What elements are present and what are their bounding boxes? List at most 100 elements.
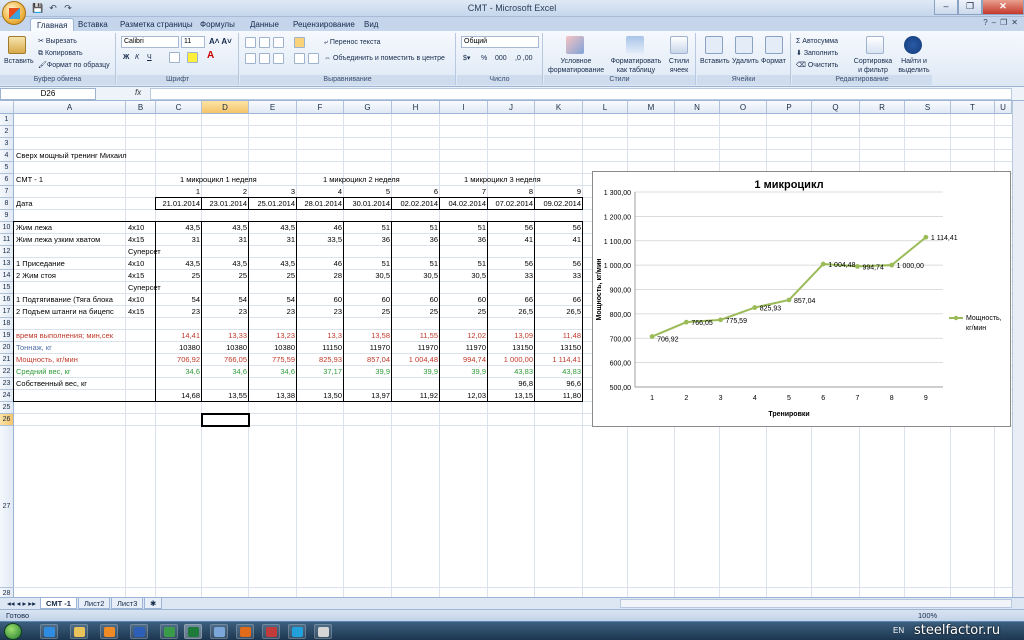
align-bottom-icon[interactable] xyxy=(273,37,284,48)
taskbar-media-icon[interactable] xyxy=(100,624,118,639)
column-header[interactable]: P xyxy=(767,101,812,114)
sheet-tab-smt1[interactable]: СМТ -1 xyxy=(40,598,77,609)
conditional-format-button[interactable]: Условное форматирование xyxy=(548,57,604,75)
underline-button[interactable]: Ч xyxy=(147,53,152,62)
delete-cells-button[interactable]: Удалить xyxy=(732,57,759,66)
column-header[interactable]: Q xyxy=(812,101,860,114)
clear-button[interactable]: ⌫ Очистить xyxy=(796,61,838,70)
row-header[interactable]: 3 xyxy=(0,138,14,150)
align-top-icon[interactable] xyxy=(245,37,256,48)
merge-center-button[interactable]: ⇔ Объединить и поместить в центре xyxy=(324,54,445,63)
decimal-icon[interactable]: ,0 ,00 xyxy=(515,54,533,63)
taskbar-explorer-icon[interactable] xyxy=(70,624,88,639)
grow-font-button[interactable]: A˄ A˅ xyxy=(209,37,232,46)
worksheet-grid[interactable]: A B C D E F G H I J K L M N O P Q R S T U 1 2 3 4 5 6 7 8 9 10 11 12 13 14… xyxy=(0,101,1012,597)
row-header[interactable]: 14 xyxy=(0,270,14,282)
sheet-tab-list2[interactable]: Лист2 xyxy=(78,598,111,609)
row-header[interactable]: 22 xyxy=(0,366,14,378)
row-header[interactable]: 20 xyxy=(0,342,14,354)
taskbar-excel-icon[interactable] xyxy=(184,624,202,639)
taskbar-firefox-icon[interactable] xyxy=(236,624,254,639)
currency-icon[interactable]: $▾ xyxy=(463,54,470,63)
row-header[interactable]: 19 xyxy=(0,330,14,342)
tab-insert[interactable]: Вставка xyxy=(72,18,114,31)
paste-button[interactable]: Вставить xyxy=(4,57,34,66)
tab-formulas[interactable]: Формулы xyxy=(194,18,241,31)
column-header[interactable]: K xyxy=(535,101,583,114)
column-header[interactable]: S xyxy=(905,101,951,114)
doc-minimize-button[interactable]: – xyxy=(992,18,996,27)
find-select-button[interactable]: Найти и выделить xyxy=(896,57,932,75)
fx-icon[interactable]: fx xyxy=(135,88,141,97)
row-header[interactable]: 16 xyxy=(0,294,14,306)
fill-button[interactable]: ⬇ Заполнить xyxy=(796,49,838,58)
row-header[interactable]: 6 xyxy=(0,174,14,186)
row-header[interactable]: 21 xyxy=(0,354,14,366)
row-header[interactable]: 26 xyxy=(0,414,14,426)
selected-cell[interactable] xyxy=(201,413,250,427)
row-header[interactable]: 27 xyxy=(0,426,14,588)
taskbar-app-icon[interactable] xyxy=(160,624,178,639)
format-painter-button[interactable]: 🖌Формат по образцу xyxy=(38,61,110,70)
row-header[interactable]: 13 xyxy=(0,258,14,270)
borders-icon[interactable] xyxy=(169,52,180,63)
taskbar-word-icon[interactable] xyxy=(130,624,148,639)
column-header[interactable]: E xyxy=(249,101,297,114)
decrease-indent-icon[interactable] xyxy=(294,53,305,64)
restore-button[interactable]: ❐ xyxy=(958,0,982,15)
row-header[interactable]: 8 xyxy=(0,198,14,210)
column-header[interactable]: G xyxy=(344,101,392,114)
horizontal-scrollbar[interactable] xyxy=(620,599,1012,608)
column-header[interactable]: T xyxy=(951,101,995,114)
column-header[interactable]: I xyxy=(440,101,488,114)
taskbar-paint-icon[interactable] xyxy=(210,624,228,639)
row-header[interactable]: 12 xyxy=(0,246,14,258)
sort-filter-button[interactable]: Сортировка и фильтр xyxy=(852,57,894,75)
cut-button[interactable]: ✂ Вырезать xyxy=(38,37,77,46)
column-header[interactable]: B xyxy=(126,101,156,114)
column-header[interactable]: F xyxy=(297,101,344,114)
taskbar-viewer-icon[interactable] xyxy=(314,624,332,639)
row-header[interactable]: 9 xyxy=(0,210,14,222)
thousands-button[interactable]: 000 xyxy=(495,54,507,63)
bold-button[interactable]: Ж xyxy=(123,53,129,62)
formula-input[interactable] xyxy=(150,88,1012,100)
column-header[interactable]: C xyxy=(156,101,202,114)
insert-cells-button[interactable]: Вставить xyxy=(700,57,730,66)
align-center-icon[interactable] xyxy=(259,53,270,64)
percent-button[interactable]: % xyxy=(481,54,487,63)
doc-restore-button[interactable]: ❐ xyxy=(1000,18,1007,27)
vertical-scrollbar[interactable] xyxy=(1012,101,1024,597)
close-button[interactable]: ✕ xyxy=(982,0,1024,15)
minimize-button[interactable]: – xyxy=(934,0,958,15)
column-header[interactable]: H xyxy=(392,101,440,114)
increase-indent-icon[interactable] xyxy=(308,53,319,64)
align-right-icon[interactable] xyxy=(273,53,284,64)
column-header[interactable]: M xyxy=(628,101,675,114)
row-header[interactable]: 2 xyxy=(0,126,14,138)
italic-button[interactable]: К xyxy=(135,53,139,62)
start-button[interactable] xyxy=(4,623,22,640)
row-header[interactable]: 17 xyxy=(0,306,14,318)
align-middle-icon[interactable] xyxy=(259,37,270,48)
column-header[interactable]: R xyxy=(860,101,905,114)
column-header[interactable]: N xyxy=(675,101,720,114)
font-color-icon[interactable]: A xyxy=(207,51,214,61)
taskbar-skype-icon[interactable] xyxy=(288,624,306,639)
column-header[interactable]: L xyxy=(583,101,628,114)
help-icon[interactable]: ? xyxy=(983,18,987,27)
font-size-combo[interactable]: 11 xyxy=(181,36,205,48)
sheet-nav-icon[interactable]: ◂◂ ◂ ▸ ▸▸ xyxy=(2,598,41,609)
format-as-table-button[interactable]: Форматировать как таблицу xyxy=(610,57,662,75)
fill-color-icon[interactable] xyxy=(187,52,198,63)
cell-styles-button[interactable]: Стили ячеек xyxy=(664,57,694,75)
column-header[interactable]: D xyxy=(202,101,249,114)
tab-data[interactable]: Данные xyxy=(244,18,285,31)
row-header[interactable]: 7 xyxy=(0,186,14,198)
zoom-level[interactable]: 100% xyxy=(918,610,937,621)
row-header[interactable]: 23 xyxy=(0,378,14,390)
office-button[interactable] xyxy=(2,1,26,25)
select-all-corner[interactable] xyxy=(0,101,14,114)
wrap-text-button[interactable]: ⤶ Перенос текста xyxy=(324,38,380,47)
row-header[interactable]: 11 xyxy=(0,234,14,246)
